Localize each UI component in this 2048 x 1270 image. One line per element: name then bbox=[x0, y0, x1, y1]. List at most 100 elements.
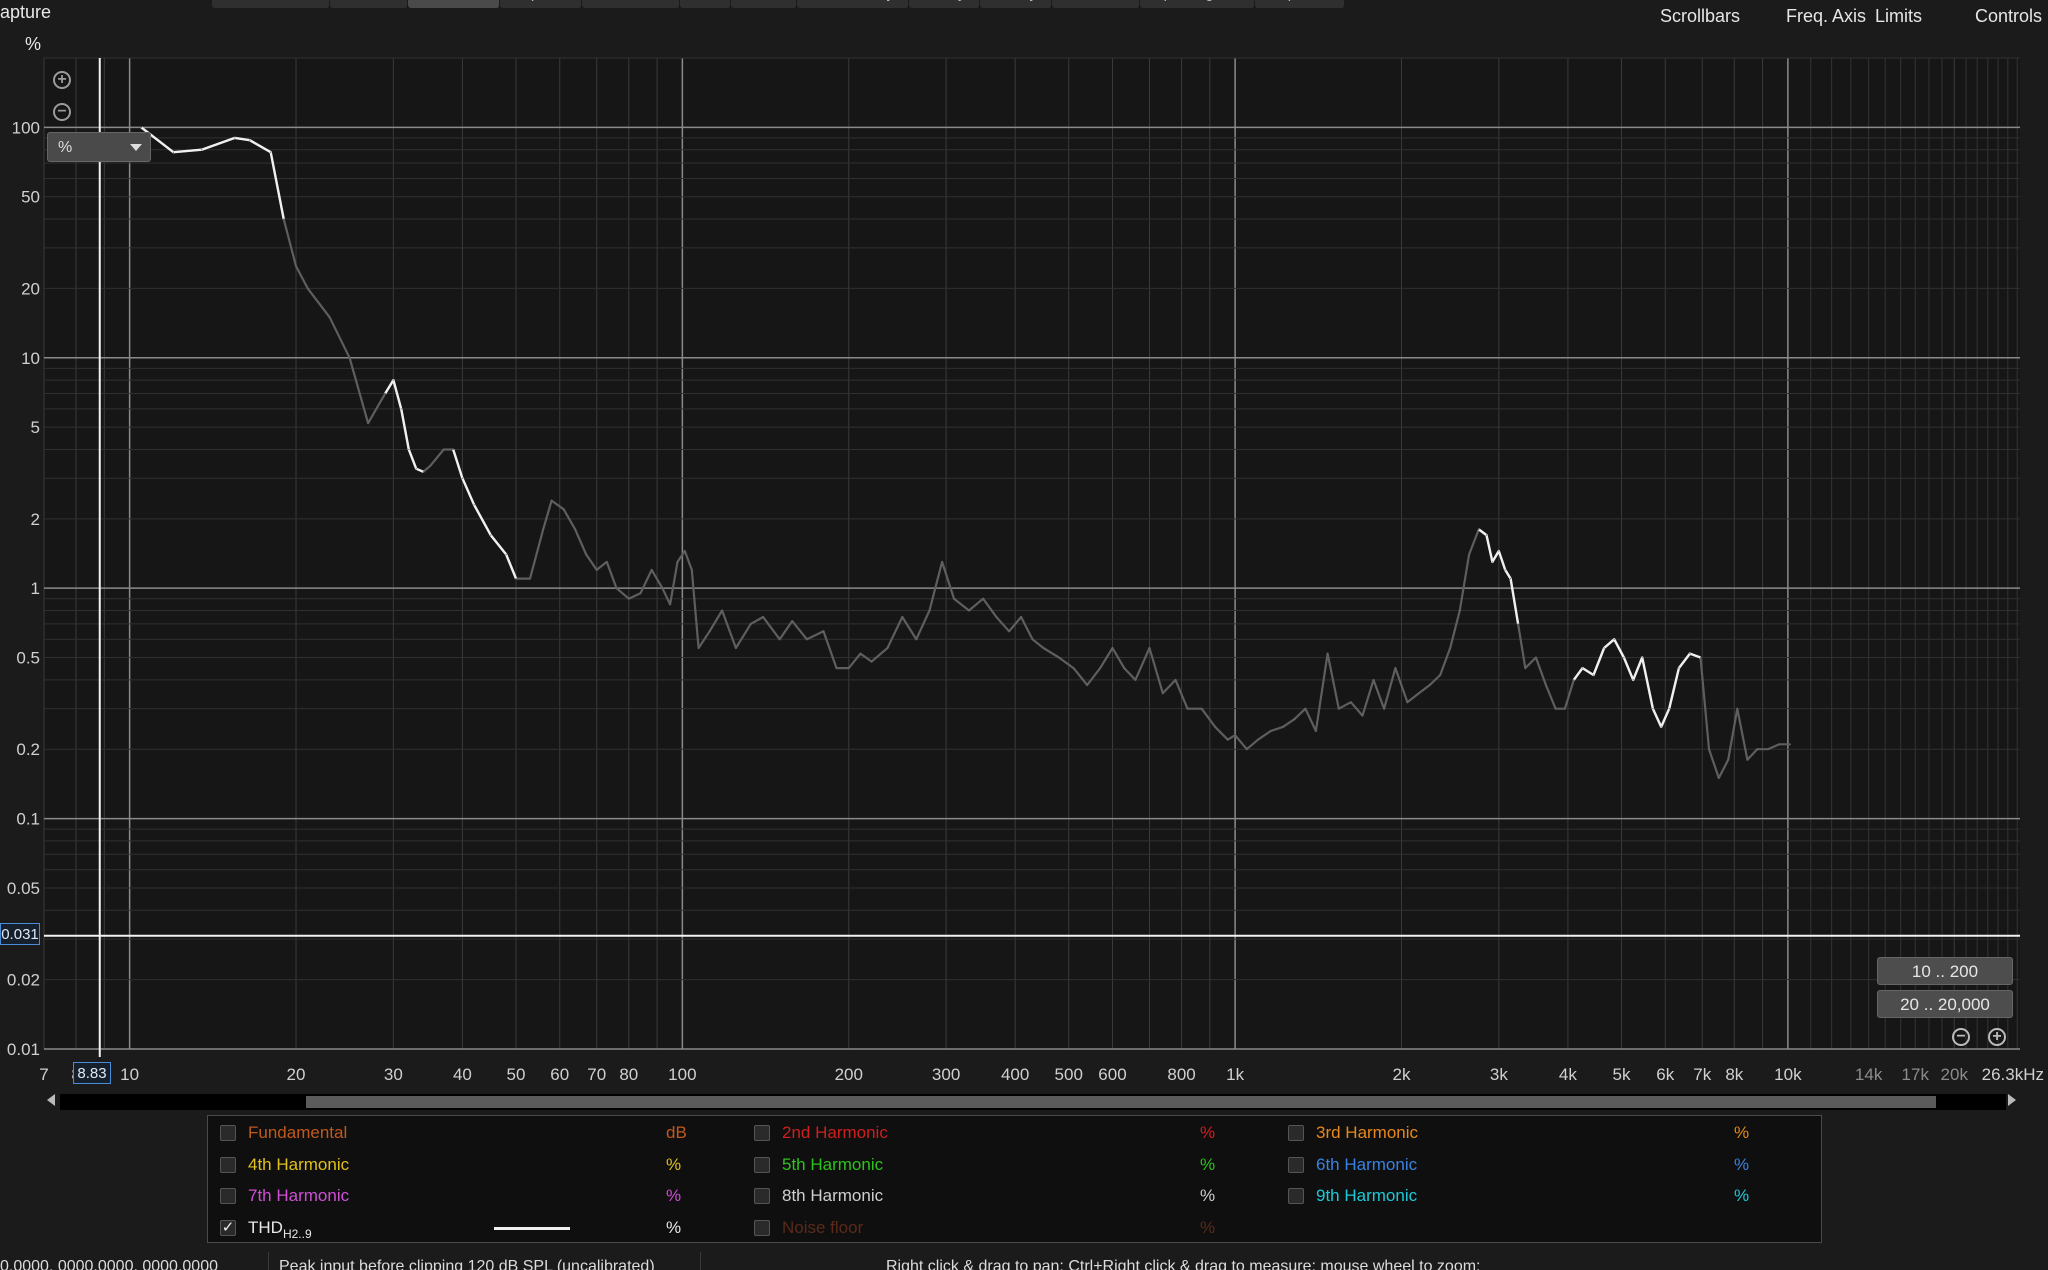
thd-data-point bbox=[1042, 647, 1045, 649]
horizontal-scrollbar[interactable] bbox=[60, 1094, 2006, 1110]
thd-data-point bbox=[779, 638, 781, 640]
checkbox[interactable] bbox=[754, 1156, 770, 1173]
thd-data-point bbox=[283, 218, 285, 220]
tab-spl-phase[interactable]: SPL & Phase bbox=[212, 0, 330, 8]
legend-item-6th-harmonic[interactable]: 6th Harmonic% bbox=[1276, 1152, 1796, 1178]
tab-decay[interactable]: Decay bbox=[980, 0, 1053, 8]
thd-data-point bbox=[1736, 708, 1738, 710]
legend-item-5th-harmonic[interactable]: 5th Harmonic% bbox=[742, 1152, 1262, 1178]
tab-clarity[interactable]: Clarity bbox=[908, 0, 981, 8]
unit-select[interactable]: % bbox=[47, 132, 151, 162]
checkbox[interactable] bbox=[220, 1125, 236, 1141]
thd-data-point bbox=[1613, 638, 1615, 640]
scroll-left-arrow-icon[interactable] bbox=[47, 1094, 55, 1106]
thd-data-point bbox=[140, 126, 142, 128]
thd-data-point bbox=[886, 647, 889, 649]
tab-impulse[interactable]: Impulse bbox=[500, 0, 582, 8]
thd-data-point bbox=[901, 616, 903, 618]
thd-data-point bbox=[684, 550, 686, 552]
x-range-preset-button[interactable]: 20 .. 20,000 bbox=[1877, 990, 2013, 1018]
legend-item-8th-harmonic[interactable]: 8th Harmonic% bbox=[742, 1183, 1262, 1209]
checkbox[interactable] bbox=[754, 1125, 770, 1141]
x-zoom-in-icon[interactable]: + bbox=[1988, 1028, 2006, 1046]
checkbox[interactable] bbox=[754, 1219, 770, 1236]
legend-item-9th-harmonic[interactable]: 9th Harmonic% bbox=[1276, 1183, 1796, 1209]
tab-waterfall[interactable]: Waterfall bbox=[1052, 0, 1140, 8]
controls-menu[interactable]: Controls bbox=[1975, 6, 2042, 27]
legend-item-label: Noise floor bbox=[782, 1215, 863, 1241]
trace-legend-panel: Fundamental dB 2nd Harmonic% 3rd Harmonic% 4… bbox=[207, 1115, 1822, 1243]
thd-data-point bbox=[1708, 748, 1710, 750]
x-tick-label: 17k bbox=[1902, 1065, 1930, 1084]
freq-axis-menu[interactable]: Freq. Axis bbox=[1786, 6, 1866, 27]
tab-captured[interactable]: Captured bbox=[1254, 0, 1346, 8]
tab-gd[interactable]: GD bbox=[679, 0, 732, 8]
thd-data-point bbox=[1668, 708, 1670, 710]
plot-area[interactable] bbox=[44, 58, 2020, 1049]
thd-data-point bbox=[708, 630, 711, 632]
trace-color-swatch[interactable] bbox=[494, 1226, 570, 1230]
thd-data-point bbox=[384, 392, 386, 395]
tab-distortion[interactable]: Distortion bbox=[407, 0, 501, 8]
thd-data-point bbox=[1372, 679, 1375, 681]
checkbox[interactable] bbox=[1288, 1156, 1304, 1173]
legend-item-label: THDH2..9 bbox=[248, 1215, 312, 1242]
zoom-out-icon[interactable]: − bbox=[53, 103, 71, 121]
checkbox[interactable] bbox=[220, 1188, 236, 1204]
chevron-down-icon bbox=[130, 144, 142, 151]
x-tick-label: 7 bbox=[39, 1065, 48, 1084]
thd-data-point bbox=[1592, 674, 1595, 676]
y-range-preset-button[interactable]: 10 .. 200 bbox=[1877, 957, 2013, 985]
thd-data-point bbox=[1394, 667, 1397, 669]
legend-item-fundamental[interactable]: Fundamental dB bbox=[208, 1120, 728, 1146]
thd-data-point bbox=[505, 553, 507, 556]
tab-rt60-decay[interactable]: RT60 Decay bbox=[796, 0, 909, 8]
x-zoom-out-icon[interactable]: − bbox=[1952, 1028, 1970, 1046]
x-tick-label: 80 bbox=[619, 1065, 638, 1084]
legend-item-unit: % bbox=[1200, 1217, 1216, 1237]
tab-spectrogram[interactable]: Spectrogram bbox=[1139, 0, 1255, 8]
thd-data-point bbox=[1699, 656, 1702, 659]
zoom-in-icon[interactable]: + bbox=[53, 71, 71, 89]
thd-data-point bbox=[1689, 653, 1691, 655]
checkbox[interactable] bbox=[1288, 1125, 1304, 1141]
legend-item-7th-harmonic[interactable]: 7th Harmonic% bbox=[208, 1183, 728, 1209]
checkbox-checked[interactable]: ✓ bbox=[220, 1219, 236, 1236]
x-tick-label: 4k bbox=[1559, 1065, 1577, 1084]
distortion-graph[interactable]: 1005020105210.50.20.10.050.020.017810203… bbox=[0, 36, 2048, 1096]
limits-menu[interactable]: Limits bbox=[1875, 6, 1922, 27]
checkbox[interactable] bbox=[754, 1188, 770, 1204]
legend-item-2nd-harmonic[interactable]: 2nd Harmonic% bbox=[742, 1120, 1262, 1146]
thd-data-point bbox=[1491, 561, 1493, 563]
tab-filtered-ir[interactable]: Filtered IR bbox=[581, 0, 680, 8]
thd-data-point bbox=[542, 528, 544, 530]
thd-data-point bbox=[1031, 638, 1034, 640]
checkbox[interactable] bbox=[220, 1156, 236, 1173]
unit-select-value: % bbox=[58, 139, 73, 156]
scrollbars-menu[interactable]: Scrollbars bbox=[1660, 6, 1740, 27]
checkbox[interactable] bbox=[1288, 1188, 1304, 1204]
legend-item-name: 2nd Harmonic bbox=[782, 1123, 888, 1142]
thd-data-point bbox=[1058, 656, 1060, 659]
cursor-x-readout: 8.83 bbox=[73, 1062, 111, 1084]
thd-data-point bbox=[615, 587, 618, 589]
legend-item-noise-floor[interactable]: Noise floor% bbox=[742, 1215, 1262, 1241]
status-coordinates: 0.0000, 0000.0000, 0000.0000 bbox=[0, 1258, 218, 1270]
legend-item-4th-harmonic[interactable]: 4th Harmonic% bbox=[208, 1152, 728, 1178]
x-tick-label: 500 bbox=[1055, 1065, 1083, 1084]
x-tick-label: 40 bbox=[453, 1065, 472, 1084]
thd-data-point bbox=[270, 151, 272, 153]
y-tick-label: 2 bbox=[31, 510, 40, 529]
tab-rt60[interactable]: RT60 bbox=[731, 0, 797, 8]
x-tick-label: 70 bbox=[587, 1065, 606, 1084]
scroll-right-arrow-icon[interactable] bbox=[2008, 1094, 2016, 1106]
legend-item-thd[interactable]: ✓ THDH2..9% bbox=[208, 1215, 728, 1241]
legend-item-label: 4th Harmonic bbox=[248, 1152, 349, 1178]
scrollbar-thumb[interactable] bbox=[306, 1096, 1936, 1108]
x-tick-label: 1k bbox=[1226, 1065, 1244, 1084]
x-tick-label: 60 bbox=[550, 1065, 569, 1084]
tab-all-spl[interactable]: All SPL bbox=[329, 0, 408, 8]
legend-item-3rd-harmonic[interactable]: 3rd Harmonic% bbox=[1276, 1120, 1796, 1146]
cursor-y-readout: 0.031 bbox=[0, 923, 40, 945]
thd-data-point bbox=[515, 578, 517, 580]
